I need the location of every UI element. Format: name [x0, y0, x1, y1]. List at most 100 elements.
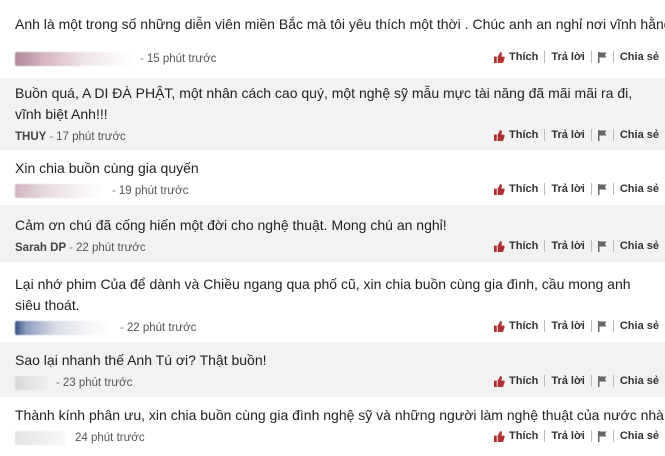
comment-meta: - 23 phút trước Thích Trả lời Chia sẻ — [15, 372, 665, 394]
share-label: Chia sẻ — [619, 320, 659, 332]
like-button[interactable]: Thích — [494, 129, 538, 141]
comment-text: Buồn quá, A DI ĐÀ PHẬT, một nhân cách ca… — [15, 85, 633, 122]
like-button[interactable]: Thích — [494, 430, 538, 442]
reply-label: Trả lời — [551, 320, 585, 332]
flag-icon — [597, 430, 607, 442]
comment-time: 24 phút trước — [75, 432, 145, 444]
flag-icon — [597, 375, 607, 387]
reply-label: Trả lời — [551, 129, 585, 141]
like-label: Thích — [509, 129, 539, 141]
share-button[interactable]: Chia sẻ — [620, 430, 659, 442]
comment-list: Anh là một trong số những diễn viên miền… — [0, 0, 665, 456]
like-button[interactable]: Thích — [494, 183, 538, 195]
comment-meta: - 15 phút trước Thích Trả lời Chia sẻ — [15, 48, 665, 70]
like-button[interactable]: Thích — [494, 240, 538, 252]
comment-actions: Thích Trả lời Chia sẻ — [494, 430, 659, 442]
avatar[interactable] — [15, 431, 65, 445]
reply-button[interactable]: Trả lời — [551, 183, 585, 195]
comment-item: Sao lại nhanh thế Anh Tú ơi? Thật buồn! … — [0, 342, 665, 397]
like-button[interactable]: Thích — [494, 51, 538, 63]
report-button[interactable] — [597, 183, 607, 195]
reply-label: Trả lời — [551, 183, 585, 195]
share-label: Chia sẻ — [619, 51, 659, 63]
thumbs-up-icon — [494, 320, 505, 332]
divider — [612, 129, 614, 141]
comment-time: 22 phút trước — [75, 242, 146, 254]
like-button[interactable]: Thích — [494, 375, 538, 387]
comment-text: Cảm ơn chú đã cống hiến một đời cho nghệ… — [15, 217, 447, 233]
like-label: Thích — [509, 183, 539, 195]
reply-button[interactable]: Trả lời — [551, 240, 585, 252]
divider — [590, 430, 592, 442]
divider — [544, 375, 546, 387]
flag-icon — [597, 129, 607, 141]
avatar[interactable] — [15, 321, 113, 335]
comment-time: 17 phút trước — [56, 131, 126, 143]
comment-item: Xin chia buồn cùng gia quyến - 19 phút t… — [0, 150, 665, 205]
divider — [612, 240, 614, 252]
divider — [612, 51, 614, 63]
like-button[interactable]: Thích — [494, 320, 538, 332]
like-label: Thích — [509, 430, 539, 442]
report-button[interactable] — [597, 129, 607, 141]
divider — [612, 183, 614, 195]
divider — [590, 129, 592, 141]
share-label: Chia sẻ — [619, 375, 659, 387]
report-button[interactable] — [597, 51, 607, 63]
thumbs-up-icon — [494, 51, 505, 63]
reply-label: Trả lời — [551, 240, 585, 252]
thumbs-up-icon — [494, 375, 505, 387]
comment-text: Thành kính phân ưu, xin chia buồn cùng g… — [15, 407, 664, 423]
comment-author[interactable]: THUY — [15, 131, 46, 143]
reply-label: Trả lời — [551, 51, 585, 63]
avatar[interactable] — [15, 376, 49, 390]
share-label: Chia sẻ — [619, 129, 659, 141]
share-button[interactable]: Chia sẻ — [620, 320, 659, 332]
reply-label: Trả lời — [551, 430, 585, 442]
report-button[interactable] — [597, 240, 607, 252]
reply-button[interactable]: Trả lời — [551, 430, 585, 442]
like-label: Thích — [509, 375, 539, 387]
comment-actions: Thích Trả lời Chia sẻ — [494, 183, 659, 195]
flag-icon — [597, 51, 607, 63]
share-button[interactable]: Chia sẻ — [620, 240, 659, 252]
divider — [544, 320, 546, 332]
thumbs-up-icon — [494, 129, 505, 141]
flag-icon — [597, 183, 607, 195]
share-button[interactable]: Chia sẻ — [620, 183, 659, 195]
thumbs-up-icon — [494, 430, 505, 442]
reply-button[interactable]: Trả lời — [551, 375, 585, 387]
share-label: Chia sẻ — [619, 430, 659, 442]
comment-meta: - 19 phút trước Thích Trả lời Chia sẻ — [15, 180, 665, 202]
avatar[interactable] — [15, 52, 133, 66]
comment-meta: 24 phút trước Thích Trả lời Chia sẻ — [15, 427, 665, 449]
like-label: Thích — [509, 51, 539, 63]
reply-button[interactable]: Trả lời — [551, 320, 585, 332]
divider — [544, 129, 546, 141]
divider — [590, 375, 592, 387]
reply-button[interactable]: Trả lời — [551, 51, 585, 63]
share-button[interactable]: Chia sẻ — [620, 51, 659, 63]
comment-item: Cảm ơn chú đã cống hiến một đời cho nghệ… — [0, 205, 665, 262]
reply-button[interactable]: Trả lời — [551, 129, 585, 141]
comment-author[interactable]: Sarah DP — [15, 242, 66, 254]
divider — [590, 240, 592, 252]
divider — [590, 320, 592, 332]
avatar[interactable] — [15, 184, 105, 198]
comment-actions: Thích Trả lời Chia sẻ — [494, 129, 659, 141]
comment-time: 22 phút trước — [126, 322, 197, 334]
comment-actions: Thích Trả lời Chia sẻ — [494, 375, 659, 387]
report-button[interactable] — [597, 375, 607, 387]
comment-item: Lại nhớ phim Của để dành và Chiều ngang … — [0, 262, 665, 342]
share-button[interactable]: Chia sẻ — [620, 129, 659, 141]
comment-actions: Thích Trả lời Chia sẻ — [494, 320, 659, 332]
report-button[interactable] — [597, 320, 607, 332]
thumbs-up-icon — [494, 240, 505, 252]
divider — [612, 375, 614, 387]
like-label: Thích — [509, 320, 539, 332]
divider — [590, 51, 592, 63]
comment-actions: Thích Trả lời Chia sẻ — [494, 51, 659, 63]
divider — [544, 183, 546, 195]
share-button[interactable]: Chia sẻ — [620, 375, 659, 387]
report-button[interactable] — [597, 430, 607, 442]
